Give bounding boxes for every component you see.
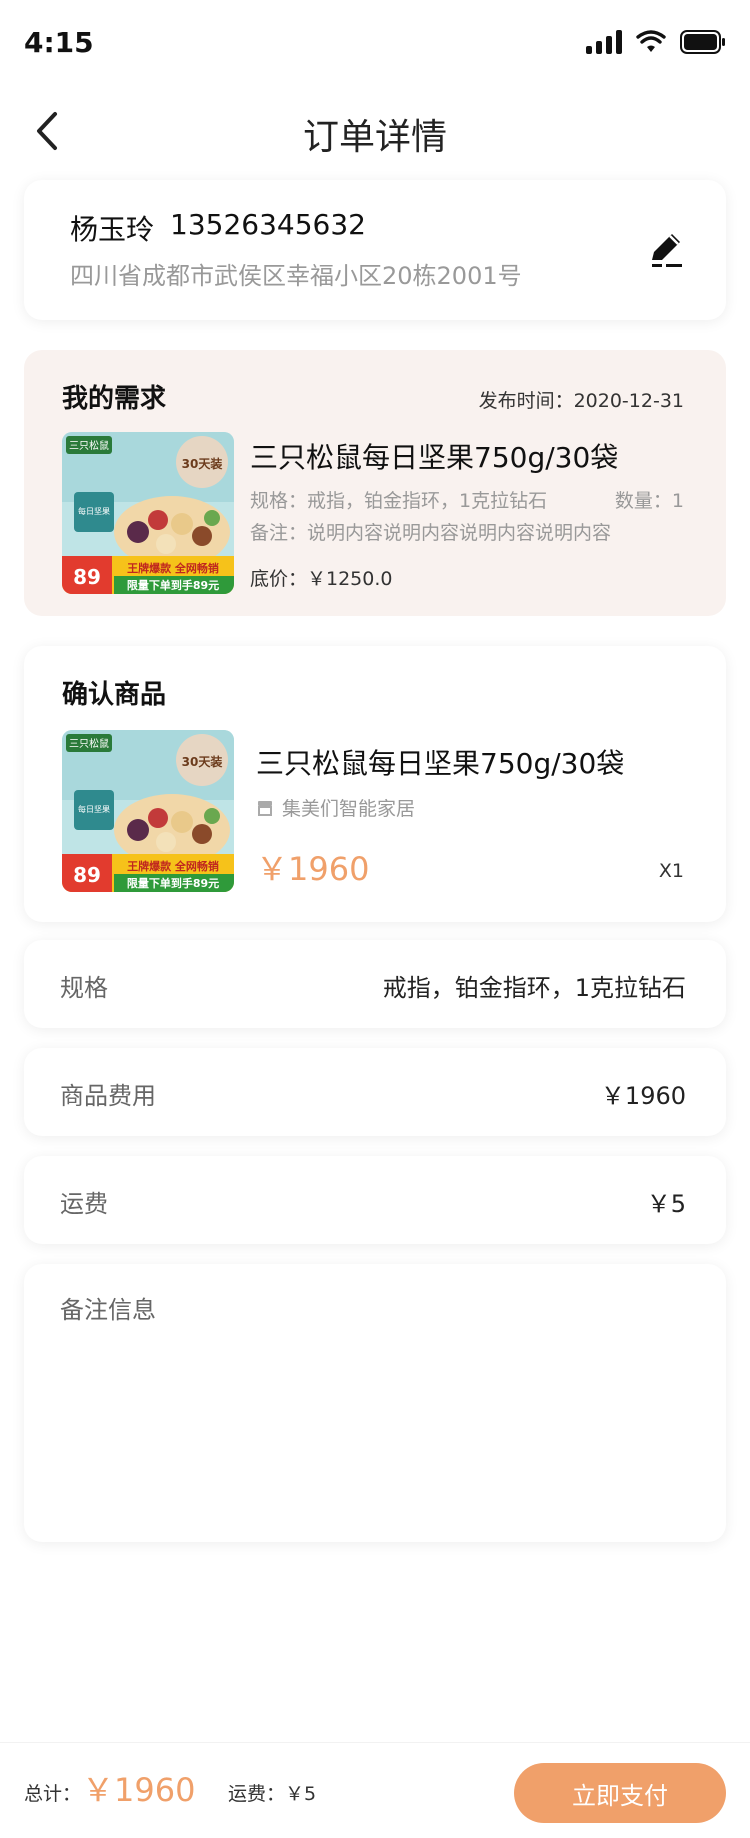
- signal-icon: [586, 30, 622, 54]
- svg-text:89: 89: [73, 863, 101, 887]
- shop-info[interactable]: 集美们智能家居: [256, 794, 415, 821]
- demand-product-name: 三只松鼠每日坚果750g/30袋: [250, 441, 619, 474]
- shipping-row: 运费 ￥5: [24, 1156, 726, 1244]
- svg-text:限量下单到手89元: 限量下单到手89元: [127, 876, 219, 890]
- recipient-phone: 13526345632: [170, 208, 366, 241]
- wifi-icon: [636, 30, 666, 54]
- svg-text:89: 89: [73, 565, 101, 589]
- goods-quantity: X1: [658, 860, 684, 882]
- goods-fee-label: 商品费用: [60, 1082, 156, 1110]
- pay-now-button[interactable]: 立即支付: [514, 1763, 726, 1823]
- page-title: 订单详情: [302, 117, 447, 158]
- demand-quantity: 数量：1: [614, 490, 684, 512]
- svg-text:每日坚果: 每日坚果: [78, 506, 110, 516]
- svg-text:三只松鼠: 三只松鼠: [69, 737, 109, 750]
- demand-title: 我的需求: [62, 384, 167, 414]
- edit-address-button[interactable]: [642, 226, 690, 274]
- status-time: 4:15: [24, 26, 94, 59]
- publish-time: 发布时间：2020-12-31: [478, 390, 684, 412]
- bottom-bar: 总计： ￥1960 运费：￥5 立即支付: [0, 1742, 750, 1838]
- demand-base-price: 底价：￥1250.0: [250, 568, 393, 590]
- recipient-name: 杨玉玲: [70, 213, 155, 246]
- spec-value: 戒指，铂金指环，1克拉钻石: [382, 974, 686, 1002]
- goods-price: ￥1960: [256, 850, 370, 888]
- shipping-value: ￥5: [646, 1190, 686, 1218]
- shop-name: 集美们智能家居: [282, 798, 416, 820]
- demand-card: 我的需求 发布时间：2020-12-31 三只松鼠 每日坚果 30天装 89 王…: [24, 350, 726, 616]
- goods-fee-value: ￥1960: [600, 1082, 686, 1110]
- goods-fee-row: 商品费用 ￥1960: [24, 1048, 726, 1136]
- status-icons: [586, 30, 726, 54]
- remark-placeholder: 备注信息: [60, 1296, 156, 1324]
- product-image: 三只松鼠 每日坚果 30天装 89 王牌爆款 全网畅销 限量下单到手89元: [62, 432, 234, 594]
- spec-label: 规格: [60, 974, 108, 1002]
- store-icon: [258, 800, 272, 816]
- battery-icon: [680, 30, 726, 54]
- demand-spec: 规格：戒指，铂金指环，1克拉钻石: [250, 490, 548, 512]
- svg-text:王牌爆款 全网畅销: 王牌爆款 全网畅销: [127, 561, 219, 575]
- demand-remark: 备注：说明内容说明内容说明内容说明内容: [250, 522, 612, 544]
- total-label: 总计：: [24, 1783, 82, 1805]
- spec-row: 规格 戒指，铂金指环，1克拉钻石: [24, 940, 726, 1028]
- goods-product-image[interactable]: 三只松鼠 每日坚果 30天装 89 王牌爆款 全网畅销 限量下单到手89元: [62, 730, 234, 892]
- remark-input[interactable]: 备注信息: [24, 1264, 726, 1542]
- edit-pen-icon: [652, 234, 682, 267]
- confirm-goods-card: 确认商品 三只松鼠 每日坚果 30天装 89 王牌爆款 全网畅销 限量下单到手8…: [24, 646, 726, 922]
- total-value: ￥1960: [82, 1771, 196, 1809]
- svg-text:每日坚果: 每日坚果: [78, 804, 110, 814]
- svg-text:30天装: 30天装: [182, 754, 223, 769]
- svg-text:30天装: 30天装: [182, 456, 223, 471]
- bottom-shipping: 运费：￥5: [228, 1783, 317, 1805]
- brand-logo-text: 三只松鼠: [69, 439, 109, 452]
- svg-text:王牌爆款 全网畅销: 王牌爆款 全网畅销: [127, 859, 219, 873]
- recipient-address: 四川省成都市武侯区幸福小区20栋2001号: [70, 262, 522, 290]
- goods-product-name[interactable]: 三只松鼠每日坚果750g/30袋: [256, 742, 624, 782]
- nav-bar: 订单详情: [0, 88, 750, 176]
- status-bar: 4:15: [0, 0, 750, 88]
- goods-section-title: 确认商品: [62, 680, 167, 710]
- shipping-label: 运费: [60, 1190, 108, 1218]
- address-card[interactable]: 杨玉玲 13526345632 四川省成都市武侯区幸福小区20栋2001号: [24, 180, 726, 320]
- svg-text:限量下单到手89元: 限量下单到手89元: [127, 578, 219, 592]
